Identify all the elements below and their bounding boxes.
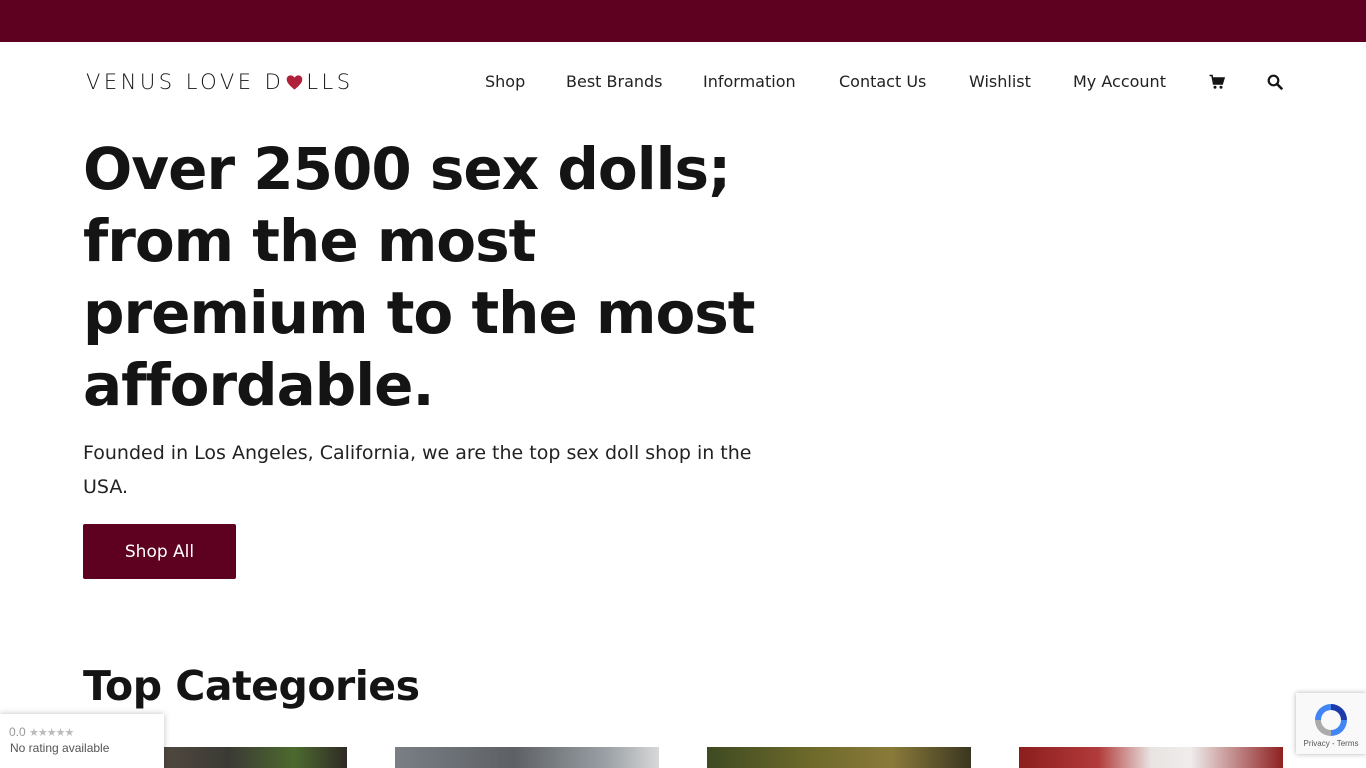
site-header: VENUS LOVE D LLS Shop Best Brands Inform… [0, 42, 1366, 122]
nav-item-shop[interactable]: Shop [485, 70, 525, 94]
nav-item-wishlist[interactable]: Wishlist [969, 70, 1031, 94]
nav-item-best-brands[interactable]: Best Brands [566, 70, 663, 94]
recaptcha-badge[interactable]: Privacy - Terms [1296, 693, 1366, 754]
recaptcha-privacy-link[interactable]: Privacy [1304, 739, 1330, 748]
category-image[interactable] [1019, 747, 1283, 768]
hero-subtitle: Founded in Los Angeles, California, we a… [83, 442, 752, 498]
rating-stars: ★★★★★ [29, 727, 74, 739]
rating-score: 0.0 [9, 725, 26, 739]
top-categories-title: Top Categories [83, 662, 420, 710]
shop-all-button[interactable]: Shop All [83, 524, 236, 579]
nav-item-information[interactable]: Information [703, 70, 796, 94]
recaptcha-terms-link[interactable]: Terms [1337, 739, 1359, 748]
main-nav: Shop Best Brands Information Contact Us … [0, 70, 1366, 94]
rating-status-text: No rating available [10, 741, 110, 755]
category-image[interactable] [707, 747, 971, 768]
recaptcha-icon [1315, 704, 1347, 736]
category-image[interactable] [395, 747, 659, 768]
nav-item-contact-us[interactable]: Contact Us [839, 70, 926, 94]
rating-score-row: 0.0 ★★★★★ [9, 725, 74, 739]
nav-item-my-account[interactable]: My Account [1073, 70, 1166, 94]
rating-badge[interactable]: 0.0 ★★★★★ No rating available [0, 714, 164, 768]
recaptcha-links: Privacy - Terms [1296, 739, 1366, 748]
hero-title: Over 2500 sex dolls; from the most premi… [83, 135, 756, 419]
shopping-cart-icon[interactable] [1209, 74, 1225, 90]
search-icon[interactable] [1267, 74, 1283, 90]
top-announcement-bar [0, 0, 1366, 42]
recaptcha-separator: - [1329, 739, 1337, 748]
